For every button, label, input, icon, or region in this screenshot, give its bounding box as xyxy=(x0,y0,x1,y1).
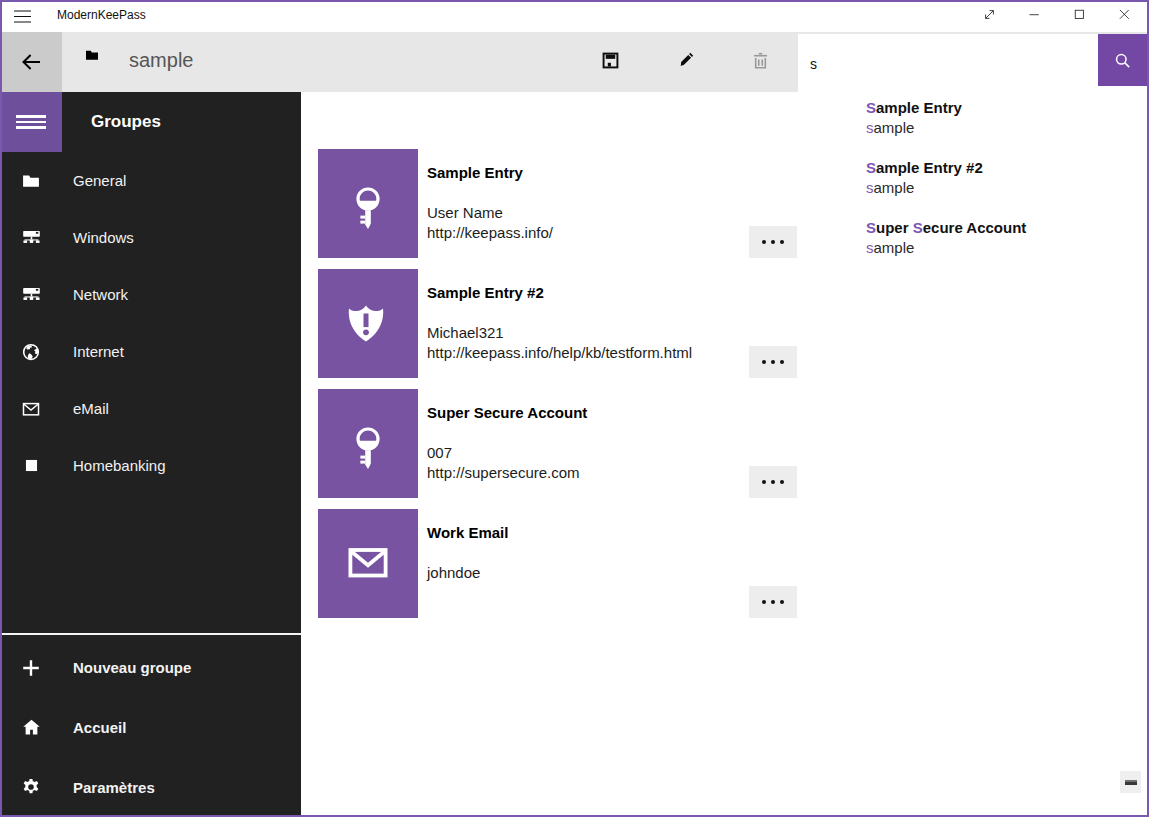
shield-icon xyxy=(318,269,418,378)
sidebar-item-email[interactable]: eMail xyxy=(0,380,301,437)
sidebar-item-windows[interactable]: Windows xyxy=(0,209,301,266)
suggestion-title: Super Secure Account xyxy=(866,218,1147,238)
suggestion-subtitle: sample xyxy=(866,178,1147,198)
sidebar-item-label: Internet xyxy=(73,343,124,360)
menu-icon[interactable] xyxy=(14,9,32,24)
save-icon xyxy=(600,50,621,75)
maximize-icon xyxy=(1071,6,1088,27)
save-button[interactable] xyxy=(586,32,634,92)
suggestion-title: Sample Entry #2 xyxy=(866,158,1147,178)
entry-title: Super Secure Account xyxy=(427,403,587,423)
suggestion-title: Sample Entry xyxy=(866,98,1147,118)
key-icon xyxy=(318,389,418,498)
plus-icon xyxy=(0,638,62,698)
back-button[interactable] xyxy=(0,32,62,92)
sidebar-item-label: Windows xyxy=(73,229,134,246)
sidebar-toggle-button[interactable] xyxy=(0,92,62,152)
hamburger-icon xyxy=(16,112,46,132)
maximize-button[interactable] xyxy=(1057,0,1102,32)
sidebar: Groupes General Windows Network Internet… xyxy=(0,92,301,817)
folder-icon xyxy=(0,152,62,209)
sidebar-item-label: Network xyxy=(73,286,128,303)
database-title: sample xyxy=(129,32,193,92)
zoom-out-button[interactable] xyxy=(1120,771,1141,793)
entry-tile[interactable] xyxy=(318,269,418,378)
sidebar-item-general[interactable]: General xyxy=(0,152,301,209)
entry-details: 007http://supersecure.com xyxy=(427,443,580,483)
entry-row[interactable]: Sample Entry #2 Michael321http://keepass… xyxy=(318,269,798,378)
close-button[interactable] xyxy=(1102,0,1147,32)
suggestion-subtitle: sample xyxy=(866,118,1147,138)
key-icon xyxy=(318,149,418,258)
gear-icon xyxy=(0,757,62,817)
sidebar-item-homebanking[interactable]: Homebanking xyxy=(0,437,301,494)
entry-details: Michael321http://keepass.info/help/kb/te… xyxy=(427,323,692,363)
sidebar-item-label: Homebanking xyxy=(73,457,166,474)
sidebar-item-accueil[interactable]: Accueil xyxy=(0,698,301,758)
edit-button[interactable] xyxy=(662,32,710,92)
search-value: s xyxy=(810,34,817,86)
suggestion-subtitle: sample xyxy=(866,238,1147,258)
expand-button[interactable] xyxy=(967,0,1012,32)
entry-row[interactable]: Super Secure Account 007http://supersecu… xyxy=(318,389,798,498)
search-suggestion[interactable]: Super Secure Account sample xyxy=(866,218,1147,258)
home-icon xyxy=(0,698,62,758)
more-button[interactable] xyxy=(749,346,797,378)
entry-tile[interactable] xyxy=(318,509,418,618)
more-button[interactable] xyxy=(749,226,797,258)
minimize-button[interactable] xyxy=(1012,0,1057,32)
expand-icon xyxy=(981,6,998,27)
entry-tile[interactable] xyxy=(318,149,418,258)
delete-icon xyxy=(750,50,771,75)
sidebar-item-internet[interactable]: Internet xyxy=(0,323,301,380)
delete-button[interactable] xyxy=(736,32,784,92)
search-suggestions: Sample Entry sample Sample Entry #2 samp… xyxy=(798,86,1147,278)
entry-title: Work Email xyxy=(427,523,508,543)
sidebar-separator xyxy=(0,633,301,635)
sidebar-item-label: General xyxy=(73,172,126,189)
globe-icon xyxy=(0,323,62,380)
sidebar-item-label: Paramètres xyxy=(73,779,155,796)
entry-details: johndoe xyxy=(427,563,480,583)
mail-big-icon xyxy=(318,509,418,618)
minus-icon xyxy=(1125,780,1137,785)
database-folder-icon xyxy=(84,47,100,63)
sidebar-item-label: Nouveau groupe xyxy=(73,659,191,676)
entry-row[interactable]: Work Email johndoe xyxy=(318,509,798,618)
search-button[interactable] xyxy=(1098,34,1147,86)
entry-details: User Namehttp://keepass.info/ xyxy=(427,203,553,243)
entry-tile[interactable] xyxy=(318,389,418,498)
network-icon xyxy=(0,209,62,266)
sidebar-heading: Groupes xyxy=(91,92,161,152)
title-bar: ModernKeePass xyxy=(0,0,1149,32)
more-button[interactable] xyxy=(749,466,797,498)
network-icon xyxy=(0,266,62,323)
entry-title: Sample Entry #2 xyxy=(427,283,544,303)
sidebar-item-label: eMail xyxy=(73,400,109,417)
search-suggestion[interactable]: Sample Entry #2 sample xyxy=(866,158,1147,198)
more-button[interactable] xyxy=(749,586,797,618)
sidebar-item-nouveau-groupe[interactable]: Nouveau groupe xyxy=(0,638,301,698)
sidebar-item-param-tres[interactable]: Paramètres xyxy=(0,757,301,817)
square-icon xyxy=(0,437,62,494)
entry-row[interactable]: Sample Entry User Namehttp://keepass.inf… xyxy=(318,149,798,258)
app-title: ModernKeePass xyxy=(57,0,146,32)
minimize-icon xyxy=(1026,6,1043,27)
window-controls xyxy=(967,0,1147,32)
mail-icon xyxy=(0,380,62,437)
search-suggestion[interactable]: Sample Entry sample xyxy=(866,98,1147,138)
close-icon xyxy=(1116,6,1133,27)
sidebar-item-label: Accueil xyxy=(73,719,126,736)
search-input[interactable]: s xyxy=(798,34,1098,86)
sidebar-item-network[interactable]: Network xyxy=(0,266,301,323)
entry-title: Sample Entry xyxy=(427,163,523,183)
edit-icon xyxy=(676,50,696,74)
